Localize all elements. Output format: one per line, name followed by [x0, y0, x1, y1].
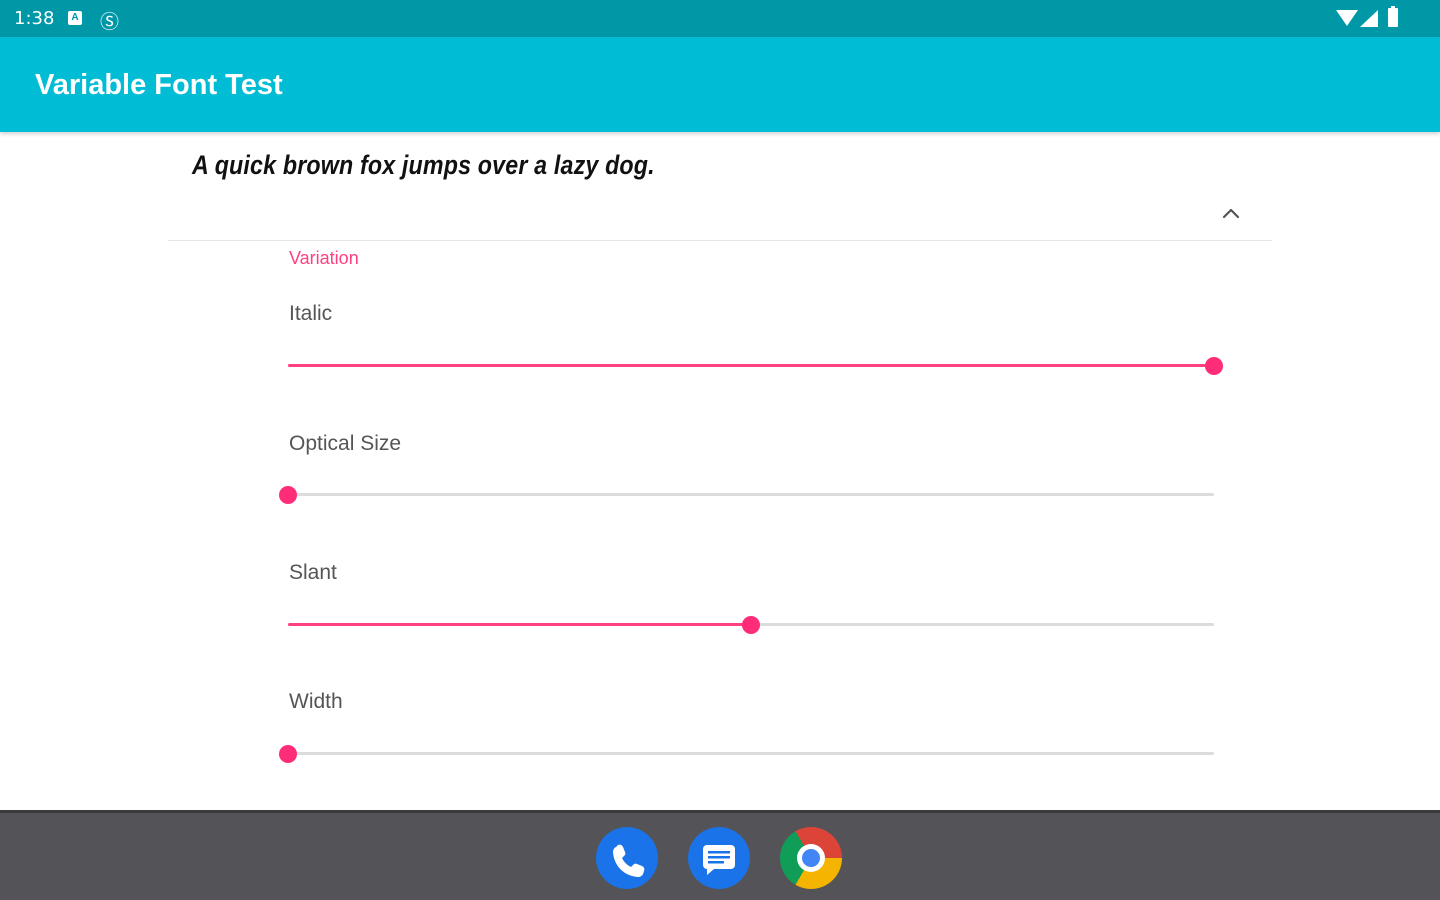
slider-track	[288, 493, 1214, 496]
chrome-app-icon[interactable]	[780, 827, 842, 889]
signal-icon	[1360, 10, 1378, 27]
nav-bar	[0, 810, 1440, 900]
slider-thumb[interactable]	[279, 745, 297, 763]
axis-label-italic: Italic	[289, 302, 333, 325]
optical-size-slider[interactable]	[278, 480, 1224, 510]
phone-icon	[613, 844, 645, 877]
slider-fill	[288, 623, 751, 626]
phone-app-icon[interactable]	[596, 827, 658, 889]
axis-label-width: Width	[289, 690, 343, 713]
status-right-icons	[1324, 6, 1414, 28]
variation-section-label: Variation	[289, 248, 359, 268]
a-badge-icon: A	[68, 11, 82, 25]
messages-app-icon[interactable]	[688, 827, 750, 889]
axis-label-optical-size: Optical Size	[289, 432, 402, 455]
status-bar: 1:38 A Ⓢ	[0, 0, 1440, 37]
slider-track	[288, 752, 1214, 755]
collapse-button[interactable]	[1214, 196, 1248, 230]
slant-slider[interactable]	[278, 610, 1224, 640]
axis-label-slant: Slant	[289, 561, 337, 584]
slider-thumb[interactable]	[279, 486, 297, 504]
slider-fill	[288, 364, 1214, 367]
chevron-up-icon	[1222, 208, 1240, 219]
sync-icon: Ⓢ	[100, 11, 120, 33]
message-icon	[703, 845, 735, 875]
battery-icon	[1388, 6, 1398, 27]
italic-slider[interactable]	[278, 351, 1224, 381]
slider-thumb[interactable]	[742, 616, 760, 634]
divider	[168, 240, 1272, 241]
status-time: 1:38	[14, 8, 55, 29]
slider-thumb[interactable]	[1205, 357, 1223, 375]
wifi-icon	[1336, 10, 1358, 26]
chrome-core	[802, 849, 820, 867]
sample-text: A quick brown fox jumps over a lazy dog.	[192, 150, 655, 180]
width-slider[interactable]	[278, 739, 1224, 769]
app-title: Variable Font Test	[35, 69, 283, 101]
app-bar: Variable Font Test	[0, 37, 1440, 132]
